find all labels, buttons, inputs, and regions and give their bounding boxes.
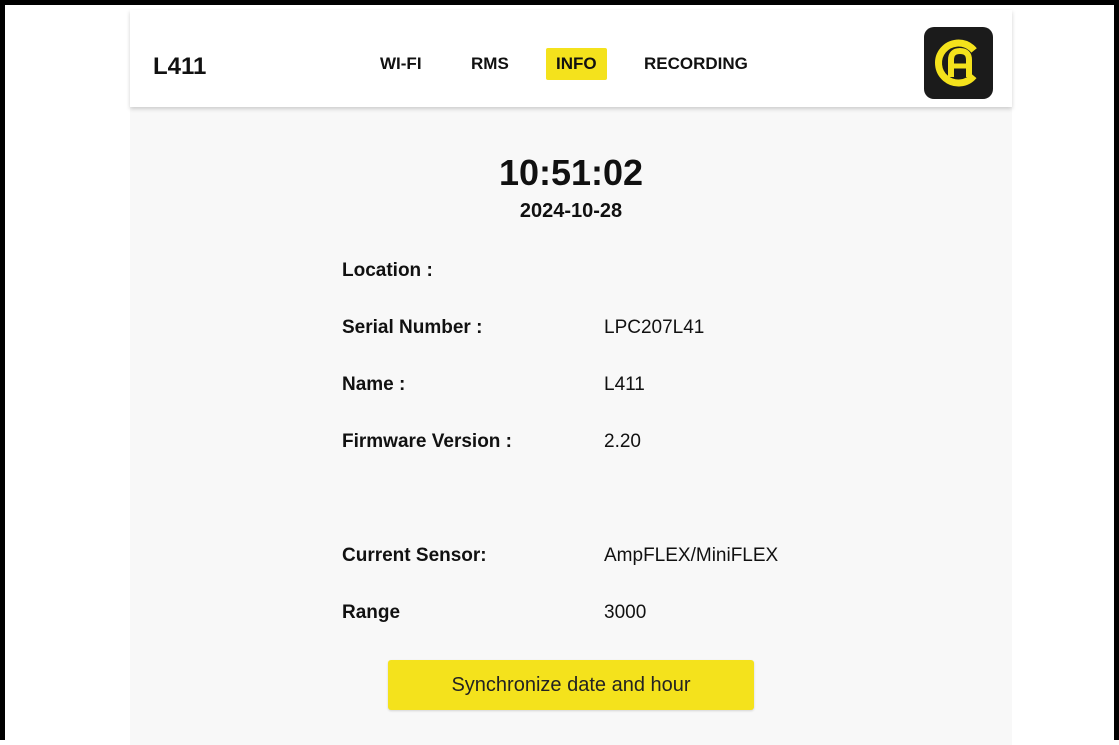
field-value: AmpFLEX/MiniFLEX [604,545,779,566]
info-row-name: Name : L411 [342,374,942,400]
info-row-range: Range 3000 [342,602,942,628]
device-name-title: L411 [153,53,207,80]
field-value: 3000 [604,602,647,623]
info-row-current-sensor: Current Sensor: AmpFLEX/MiniFLEX [342,545,942,571]
info-row-location: Location : [342,260,942,286]
synchronize-date-button[interactable]: Synchronize date and hour [388,660,754,710]
field-label: Name : [342,374,406,395]
field-label: Current Sensor: [342,545,487,566]
field-value: 2.20 [604,431,641,452]
field-label: Range [342,602,401,623]
field-value: L411 [604,374,645,395]
ca-logo-icon [924,27,993,99]
info-row-firmware-version: Firmware Version : 2.20 [342,431,942,457]
field-label: Serial Number : [342,317,483,338]
field-label: Location : [342,260,433,281]
info-row-serial-number: Serial Number : LPC207L41 [342,317,942,343]
browser-frame: L411 WI-FI RMS INFO RECORDING 10:51:02 2… [0,0,1119,745]
field-value: LPC207L41 [604,317,705,338]
current-date: 2024-10-28 [519,200,623,222]
tab-wifi[interactable]: WI-FI [380,48,422,80]
current-time: 10:51:02 [498,152,644,193]
app-container: L411 WI-FI RMS INFO RECORDING 10:51:02 2… [130,10,1012,745]
tab-rms[interactable]: RMS [471,48,509,80]
tab-recording[interactable]: RECORDING [644,48,748,80]
field-label: Firmware Version : [342,431,513,452]
tab-info[interactable]: INFO [546,48,607,80]
top-bar: L411 WI-FI RMS INFO RECORDING [130,10,1012,107]
